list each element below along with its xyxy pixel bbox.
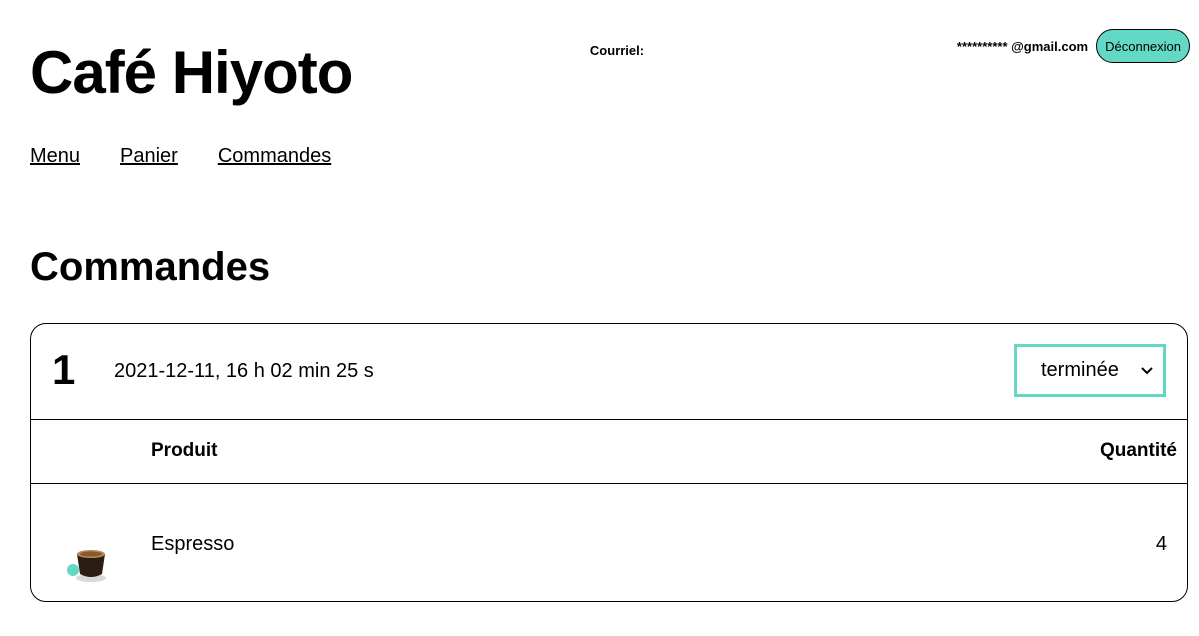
email-value: ********** @gmail.com bbox=[956, 38, 1089, 54]
table-row: Espresso 4 bbox=[31, 484, 1187, 601]
table-header: Produit Quantité bbox=[31, 420, 1187, 484]
order-datetime: 2021-12-11, 16 h 02 min 25 s bbox=[114, 360, 374, 382]
account-bar: Courriel: ********** @gmail.com Déconnex… bbox=[590, 29, 1190, 63]
logout-button[interactable]: Déconnexion bbox=[1096, 29, 1190, 63]
page: Café Hiyoto Courriel: ********** @gmail.… bbox=[0, 0, 1199, 636]
nav-link-panier[interactable]: Panier bbox=[120, 145, 178, 168]
email-label: Courriel: bbox=[589, 43, 645, 58]
order-number: 1 bbox=[52, 346, 76, 393]
main-nav: Menu Panier Commandes bbox=[30, 145, 331, 168]
espresso-cup-icon bbox=[67, 544, 111, 584]
nav-link-menu[interactable]: Menu bbox=[30, 145, 80, 168]
page-title: Commandes bbox=[30, 245, 271, 289]
product-name: Espresso bbox=[151, 533, 235, 555]
site-title: Café Hiyoto bbox=[30, 39, 353, 106]
order-status-value: terminée bbox=[1041, 359, 1119, 381]
column-header-quantity: Quantité bbox=[1099, 440, 1177, 461]
order-card: 1 2021-12-11, 16 h 02 min 25 s terminée … bbox=[30, 323, 1188, 602]
order-status-select[interactable]: terminée bbox=[1014, 344, 1166, 397]
chevron-down-icon bbox=[1141, 364, 1153, 378]
column-header-product: Produit bbox=[151, 440, 218, 461]
order-header: 1 2021-12-11, 16 h 02 min 25 s terminée bbox=[31, 324, 1187, 420]
product-quantity: 4 bbox=[1155, 533, 1167, 555]
nav-link-commandes[interactable]: Commandes bbox=[218, 145, 331, 168]
